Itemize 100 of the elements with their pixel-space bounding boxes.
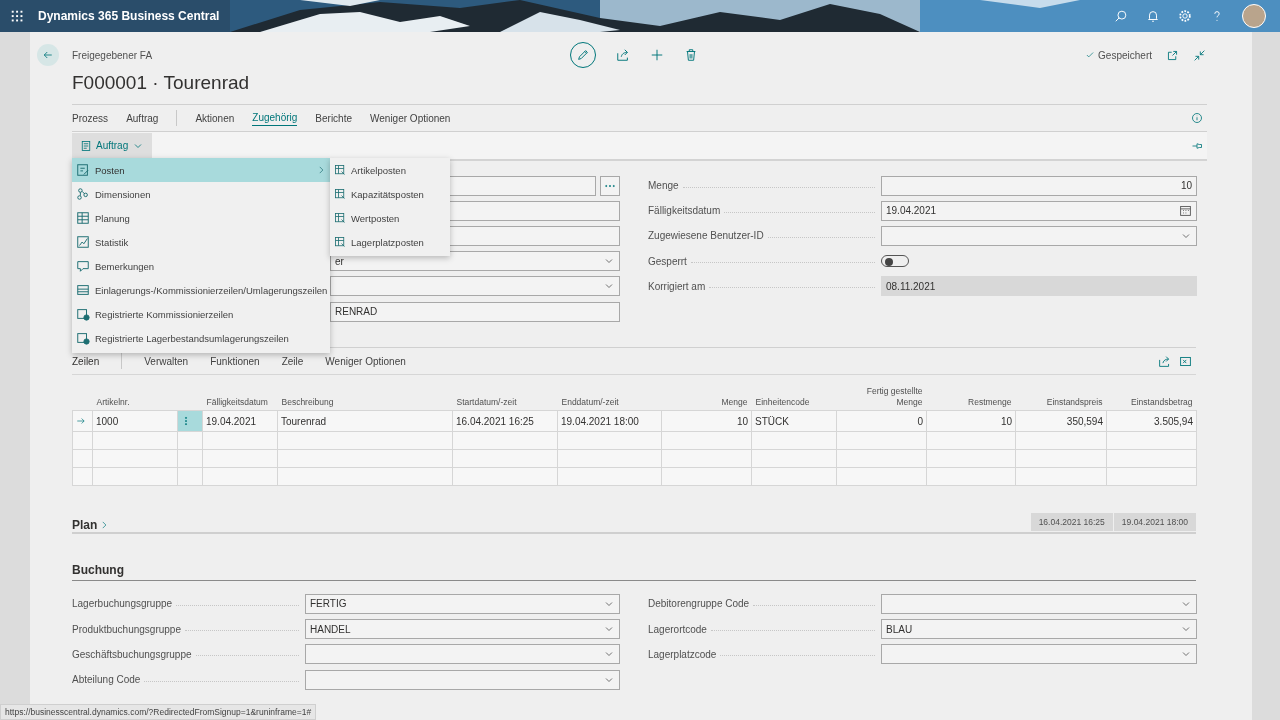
column-header[interactable]: Einheitencode	[751, 386, 837, 411]
calendar-icon	[1179, 204, 1192, 218]
share-icon[interactable]	[1158, 354, 1171, 368]
more-button[interactable]	[600, 175, 620, 196]
document-check-icon	[76, 307, 90, 321]
plus-icon[interactable]	[650, 48, 664, 62]
field-label: Zugewiesene Benutzer-ID	[648, 230, 764, 242]
menu-item[interactable]: Registrierte Kommissionierzeilen	[72, 302, 330, 326]
date-summary: 19.04.2021 18:00	[1112, 513, 1196, 532]
action-tab[interactable]: Auftrag	[126, 110, 159, 126]
document-icon	[80, 139, 92, 152]
breadcrumb: Freigegebener FA	[72, 49, 153, 61]
table-icon	[76, 283, 90, 297]
lines-action[interactable]: Verwalten	[144, 355, 189, 367]
app-title: Dynamics 365 Business Central	[38, 9, 220, 23]
action-tab[interactable]: Weniger Optionen	[370, 110, 451, 126]
table-cell: 10	[661, 410, 752, 432]
menu-item[interactable]: Bemerkungen	[72, 254, 330, 278]
dropdown-field[interactable]	[330, 276, 620, 297]
menu-item[interactable]: Einlagerungs-/Kommissionierzeilen/Umlagerungszeilen	[72, 278, 330, 302]
check-icon	[1085, 50, 1096, 60]
info-icon[interactable]	[1191, 112, 1203, 124]
ledger-icon	[334, 212, 346, 224]
dropdown-field[interactable]: HANDEL	[305, 619, 620, 640]
trash-icon[interactable]	[684, 48, 698, 62]
column-header[interactable]: Fertig gestellte Menge	[836, 386, 927, 411]
comment-icon	[76, 259, 90, 273]
field-label: Menge	[648, 180, 679, 192]
column-header[interactable]: Beschreibung	[277, 386, 453, 411]
field-label: Produktbuchungsgruppe	[72, 623, 181, 635]
table-cell: 19.04.2021	[202, 410, 278, 432]
save-status: Gespeichert	[1085, 49, 1152, 61]
column-header[interactable]: Einstandsbetrag	[1106, 386, 1197, 411]
share-icon[interactable]	[616, 48, 630, 62]
action-tab[interactable]: Prozess	[72, 110, 109, 126]
readonly-field: 08.11.2021	[881, 276, 1197, 297]
bell-icon[interactable]	[1146, 9, 1160, 23]
status-url: https://businesscentral.dynamics.com/?RedirectedFromSignup=1&runinframe=1#	[0, 704, 317, 720]
dropdown-field[interactable]	[881, 593, 1197, 614]
submenu-item[interactable]: Lagerplatzposten	[330, 230, 450, 254]
action-tab[interactable]: Zugehörig	[252, 110, 298, 126]
input-field[interactable]: RENRAD	[330, 301, 620, 322]
settings-icon[interactable]	[1178, 9, 1192, 23]
field-label: Korrigiert am	[648, 280, 706, 292]
table-cell: STÜCK	[751, 410, 837, 432]
submenu-item[interactable]: Wertposten	[330, 206, 450, 230]
section-title[interactable]: Plan	[72, 518, 110, 533]
ledger-icon	[334, 164, 346, 176]
search-icon[interactable]	[1114, 9, 1128, 23]
lines-action[interactable]: Weniger Optionen	[325, 355, 406, 367]
field-label: Lagerplatzcode	[648, 648, 717, 660]
menu-item[interactable]: Statistik	[72, 230, 330, 254]
field-label: Abteilung Code	[72, 674, 141, 686]
column-header[interactable]: Startdatum/-zeit	[452, 386, 558, 411]
grid-icon	[76, 211, 90, 225]
arrow-left-icon	[42, 49, 54, 61]
order-menu-button[interactable]: Auftrag	[72, 133, 153, 158]
arrow-right-icon	[76, 416, 86, 427]
section-title: Buchung	[72, 563, 124, 580]
menu-item[interactable]: Dimensionen	[72, 182, 330, 206]
action-tab[interactable]: Aktionen	[195, 110, 235, 126]
column-header[interactable]: Fälligkeitsdatum	[202, 386, 278, 411]
menu-item[interactable]: Registrierte Lagerbestandsumlagerungszeilen	[72, 326, 330, 350]
app-launcher-icon[interactable]	[10, 9, 24, 23]
submenu-item[interactable]: Kapazitätsposten	[330, 182, 450, 206]
dropdown-field[interactable]	[881, 225, 1197, 246]
collapse-icon[interactable]	[1193, 48, 1206, 62]
table-cell: 3.505,94	[1106, 410, 1197, 432]
lines-action[interactable]: Funktionen	[210, 355, 260, 367]
column-header[interactable]: Einstandspreis	[1015, 386, 1107, 411]
table-cell: 10	[926, 410, 1016, 432]
input-field[interactable]: 10	[881, 175, 1197, 196]
dropdown-field[interactable]	[305, 644, 620, 665]
list-icon	[76, 163, 90, 177]
back-button[interactable]	[37, 44, 59, 66]
table-cell: Tourenrad	[277, 410, 453, 432]
submenu-item[interactable]: Artikelposten	[330, 158, 450, 182]
open-new-window-icon[interactable]	[1166, 48, 1179, 62]
column-header[interactable]: Enddatum/-zeit	[557, 386, 662, 411]
ledger-icon	[334, 236, 346, 248]
column-header[interactable]: Artikelnr.	[92, 386, 178, 411]
dropdown-field[interactable]: FERTIG	[305, 593, 620, 614]
dropdown-field[interactable]: BLAU	[881, 619, 1197, 640]
table-cell: 0	[836, 410, 927, 432]
menu-item[interactable]: Posten	[72, 158, 330, 182]
field-label: Debitorengruppe Code	[648, 598, 750, 610]
dropdown-field[interactable]	[305, 669, 620, 690]
dropdown-field[interactable]	[881, 644, 1197, 665]
column-header[interactable]: Restmenge	[926, 386, 1016, 411]
field-label: Lagerortcode	[648, 623, 707, 635]
pencil-icon	[576, 48, 590, 62]
lines-action[interactable]: Zeile	[281, 355, 304, 367]
column-header[interactable]: Menge	[661, 386, 752, 411]
action-tab[interactable]: Berichte	[315, 110, 352, 126]
date-summary: 16.04.2021 16:25	[1029, 513, 1113, 532]
spreadsheet-icon[interactable]	[1179, 354, 1192, 368]
page-title: F000001 · Tourenrad	[72, 71, 251, 95]
field-label: Gesperrt	[648, 255, 687, 267]
menu-item[interactable]: Planung	[72, 206, 330, 230]
date-field[interactable]: 19.04.2021	[881, 200, 1197, 221]
